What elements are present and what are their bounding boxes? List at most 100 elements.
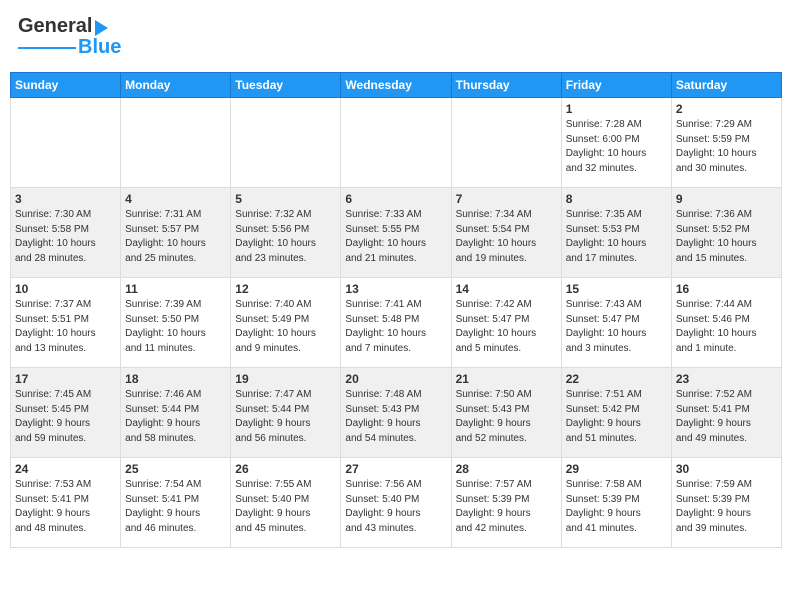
day-number: 21 — [456, 372, 557, 386]
day-number: 6 — [345, 192, 446, 206]
calendar-table: SundayMondayTuesdayWednesdayThursdayFrid… — [10, 72, 782, 548]
day-number: 25 — [125, 462, 226, 476]
logo-underline — [18, 47, 76, 49]
day-number: 9 — [676, 192, 777, 206]
week-row-2: 3 Sunrise: 7:30 AM Sunset: 5:58 PM Daylig… — [11, 188, 782, 278]
day-number: 15 — [566, 282, 667, 296]
day-info: Sunrise: 7:40 AM Sunset: 5:49 PM Dayligh… — [235, 298, 336, 356]
day-number: 19 — [235, 372, 336, 386]
day-info: Sunrise: 7:50 AM Sunset: 5:43 PM Dayligh… — [456, 388, 557, 446]
day-cell — [451, 98, 561, 188]
header-row: SundayMondayTuesdayWednesdayThursdayFrid… — [11, 73, 782, 98]
day-number: 18 — [125, 372, 226, 386]
day-number: 16 — [676, 282, 777, 296]
day-cell: 8 Sunrise: 7:35 AM Sunset: 5:53 PM Daylig… — [561, 188, 671, 278]
day-info: Sunrise: 7:33 AM Sunset: 5:55 PM Dayligh… — [345, 208, 446, 266]
day-info: Sunrise: 7:45 AM Sunset: 5:45 PM Dayligh… — [15, 388, 116, 446]
day-number: 24 — [15, 462, 116, 476]
day-info: Sunrise: 7:58 AM Sunset: 5:39 PM Dayligh… — [566, 478, 667, 536]
day-cell: 15 Sunrise: 7:43 AM Sunset: 5:47 PM Dayli… — [561, 278, 671, 368]
day-info: Sunrise: 7:39 AM Sunset: 5:50 PM Dayligh… — [125, 298, 226, 356]
col-header-saturday: Saturday — [671, 73, 781, 98]
col-header-tuesday: Tuesday — [231, 73, 341, 98]
day-info: Sunrise: 7:43 AM Sunset: 5:47 PM Dayligh… — [566, 298, 667, 356]
day-number: 2 — [676, 102, 777, 116]
day-cell: 27Sunrise: 7:56 AM Sunset: 5:40 PM Dayli… — [341, 458, 451, 548]
day-cell: 14Sunrise: 7:42 AM Sunset: 5:47 PM Dayli… — [451, 278, 561, 368]
day-info: Sunrise: 7:54 AM Sunset: 5:41 PM Dayligh… — [125, 478, 226, 536]
col-header-wednesday: Wednesday — [341, 73, 451, 98]
day-cell: 5 Sunrise: 7:32 AM Sunset: 5:56 PM Daylig… — [231, 188, 341, 278]
week-row-4: 17Sunrise: 7:45 AM Sunset: 5:45 PM Dayli… — [11, 368, 782, 458]
day-cell: 26Sunrise: 7:55 AM Sunset: 5:40 PM Dayli… — [231, 458, 341, 548]
day-cell: 1Sunrise: 7:28 AM Sunset: 6:00 PM Daylig… — [561, 98, 671, 188]
day-cell: 10 Sunrise: 7:37 AM Sunset: 5:51 PM Dayli… — [11, 278, 121, 368]
day-number: 14 — [456, 282, 557, 296]
day-info: Sunrise: 7:32 AM Sunset: 5:56 PM Dayligh… — [235, 208, 336, 266]
day-cell — [231, 98, 341, 188]
day-info: Sunrise: 7:44 AM Sunset: 5:46 PM Dayligh… — [676, 298, 777, 356]
day-info: Sunrise: 7:30 AM Sunset: 5:58 PM Dayligh… — [15, 208, 116, 266]
day-cell: 16 Sunrise: 7:44 AM Sunset: 5:46 PM Dayli… — [671, 278, 781, 368]
day-info: Sunrise: 7:52 AM Sunset: 5:41 PM Dayligh… — [676, 388, 777, 446]
day-info: Sunrise: 7:41 AM Sunset: 5:48 PM Dayligh… — [345, 298, 446, 356]
day-cell: 23 Sunrise: 7:52 AM Sunset: 5:41 PM Dayli… — [671, 368, 781, 458]
day-cell: 20 Sunrise: 7:48 AM Sunset: 5:43 PM Dayli… — [341, 368, 451, 458]
day-info: Sunrise: 7:59 AM Sunset: 5:39 PM Dayligh… — [676, 478, 777, 536]
day-number: 29 — [566, 462, 667, 476]
day-number: 4 — [125, 192, 226, 206]
day-number: 26 — [235, 462, 336, 476]
day-number: 20 — [345, 372, 446, 386]
day-info: Sunrise: 7:35 AM Sunset: 5:53 PM Dayligh… — [566, 208, 667, 266]
day-cell: 18 Sunrise: 7:46 AM Sunset: 5:44 PM Dayli… — [121, 368, 231, 458]
week-row-3: 10 Sunrise: 7:37 AM Sunset: 5:51 PM Dayli… — [11, 278, 782, 368]
day-cell — [341, 98, 451, 188]
day-info: Sunrise: 7:31 AM Sunset: 5:57 PM Dayligh… — [125, 208, 226, 266]
day-number: 28 — [456, 462, 557, 476]
day-number: 23 — [676, 372, 777, 386]
day-cell: 12 Sunrise: 7:40 AM Sunset: 5:49 PM Dayli… — [231, 278, 341, 368]
day-number: 10 — [15, 282, 116, 296]
day-number: 22 — [566, 372, 667, 386]
day-cell: 29 Sunrise: 7:58 AM Sunset: 5:39 PM Dayli… — [561, 458, 671, 548]
col-header-monday: Monday — [121, 73, 231, 98]
day-number: 12 — [235, 282, 336, 296]
week-row-1: 1Sunrise: 7:28 AM Sunset: 6:00 PM Daylig… — [11, 98, 782, 188]
logo-blue: Blue — [78, 36, 121, 59]
day-cell: 17Sunrise: 7:45 AM Sunset: 5:45 PM Dayli… — [11, 368, 121, 458]
day-cell — [121, 98, 231, 188]
col-header-sunday: Sunday — [11, 73, 121, 98]
day-cell: 9Sunrise: 7:36 AM Sunset: 5:52 PM Daylig… — [671, 188, 781, 278]
day-number: 3 — [15, 192, 116, 206]
page-header: General Blue — [10, 10, 782, 64]
day-info: Sunrise: 7:56 AM Sunset: 5:40 PM Dayligh… — [345, 478, 446, 536]
day-number: 8 — [566, 192, 667, 206]
day-info: Sunrise: 7:48 AM Sunset: 5:43 PM Dayligh… — [345, 388, 446, 446]
logo-triangle-icon — [95, 20, 108, 36]
day-number: 30 — [676, 462, 777, 476]
day-info: Sunrise: 7:51 AM Sunset: 5:42 PM Dayligh… — [566, 388, 667, 446]
day-number: 7 — [456, 192, 557, 206]
day-info: Sunrise: 7:57 AM Sunset: 5:39 PM Dayligh… — [456, 478, 557, 536]
day-cell: 21 Sunrise: 7:50 AM Sunset: 5:43 PM Dayli… — [451, 368, 561, 458]
day-number: 11 — [125, 282, 226, 296]
day-number: 13 — [345, 282, 446, 296]
day-cell: 11 Sunrise: 7:39 AM Sunset: 5:50 PM Dayli… — [121, 278, 231, 368]
day-cell: 7 Sunrise: 7:34 AM Sunset: 5:54 PM Daylig… — [451, 188, 561, 278]
day-cell: 28 Sunrise: 7:57 AM Sunset: 5:39 PM Dayli… — [451, 458, 561, 548]
day-info: Sunrise: 7:28 AM Sunset: 6:00 PM Dayligh… — [566, 118, 667, 176]
day-cell: 3 Sunrise: 7:30 AM Sunset: 5:58 PM Daylig… — [11, 188, 121, 278]
day-info: Sunrise: 7:46 AM Sunset: 5:44 PM Dayligh… — [125, 388, 226, 446]
day-cell: 4 Sunrise: 7:31 AM Sunset: 5:57 PM Daylig… — [121, 188, 231, 278]
day-cell: 6 Sunrise: 7:33 AM Sunset: 5:55 PM Daylig… — [341, 188, 451, 278]
day-info: Sunrise: 7:37 AM Sunset: 5:51 PM Dayligh… — [15, 298, 116, 356]
day-info: Sunrise: 7:34 AM Sunset: 5:54 PM Dayligh… — [456, 208, 557, 266]
day-info: Sunrise: 7:53 AM Sunset: 5:41 PM Dayligh… — [15, 478, 116, 536]
day-cell: 25 Sunrise: 7:54 AM Sunset: 5:41 PM Dayli… — [121, 458, 231, 548]
day-cell: 13 Sunrise: 7:41 AM Sunset: 5:48 PM Dayli… — [341, 278, 451, 368]
logo-general: General — [18, 15, 92, 38]
col-header-thursday: Thursday — [451, 73, 561, 98]
day-cell — [11, 98, 121, 188]
day-number: 5 — [235, 192, 336, 206]
day-cell: 30 Sunrise: 7:59 AM Sunset: 5:39 PM Dayli… — [671, 458, 781, 548]
